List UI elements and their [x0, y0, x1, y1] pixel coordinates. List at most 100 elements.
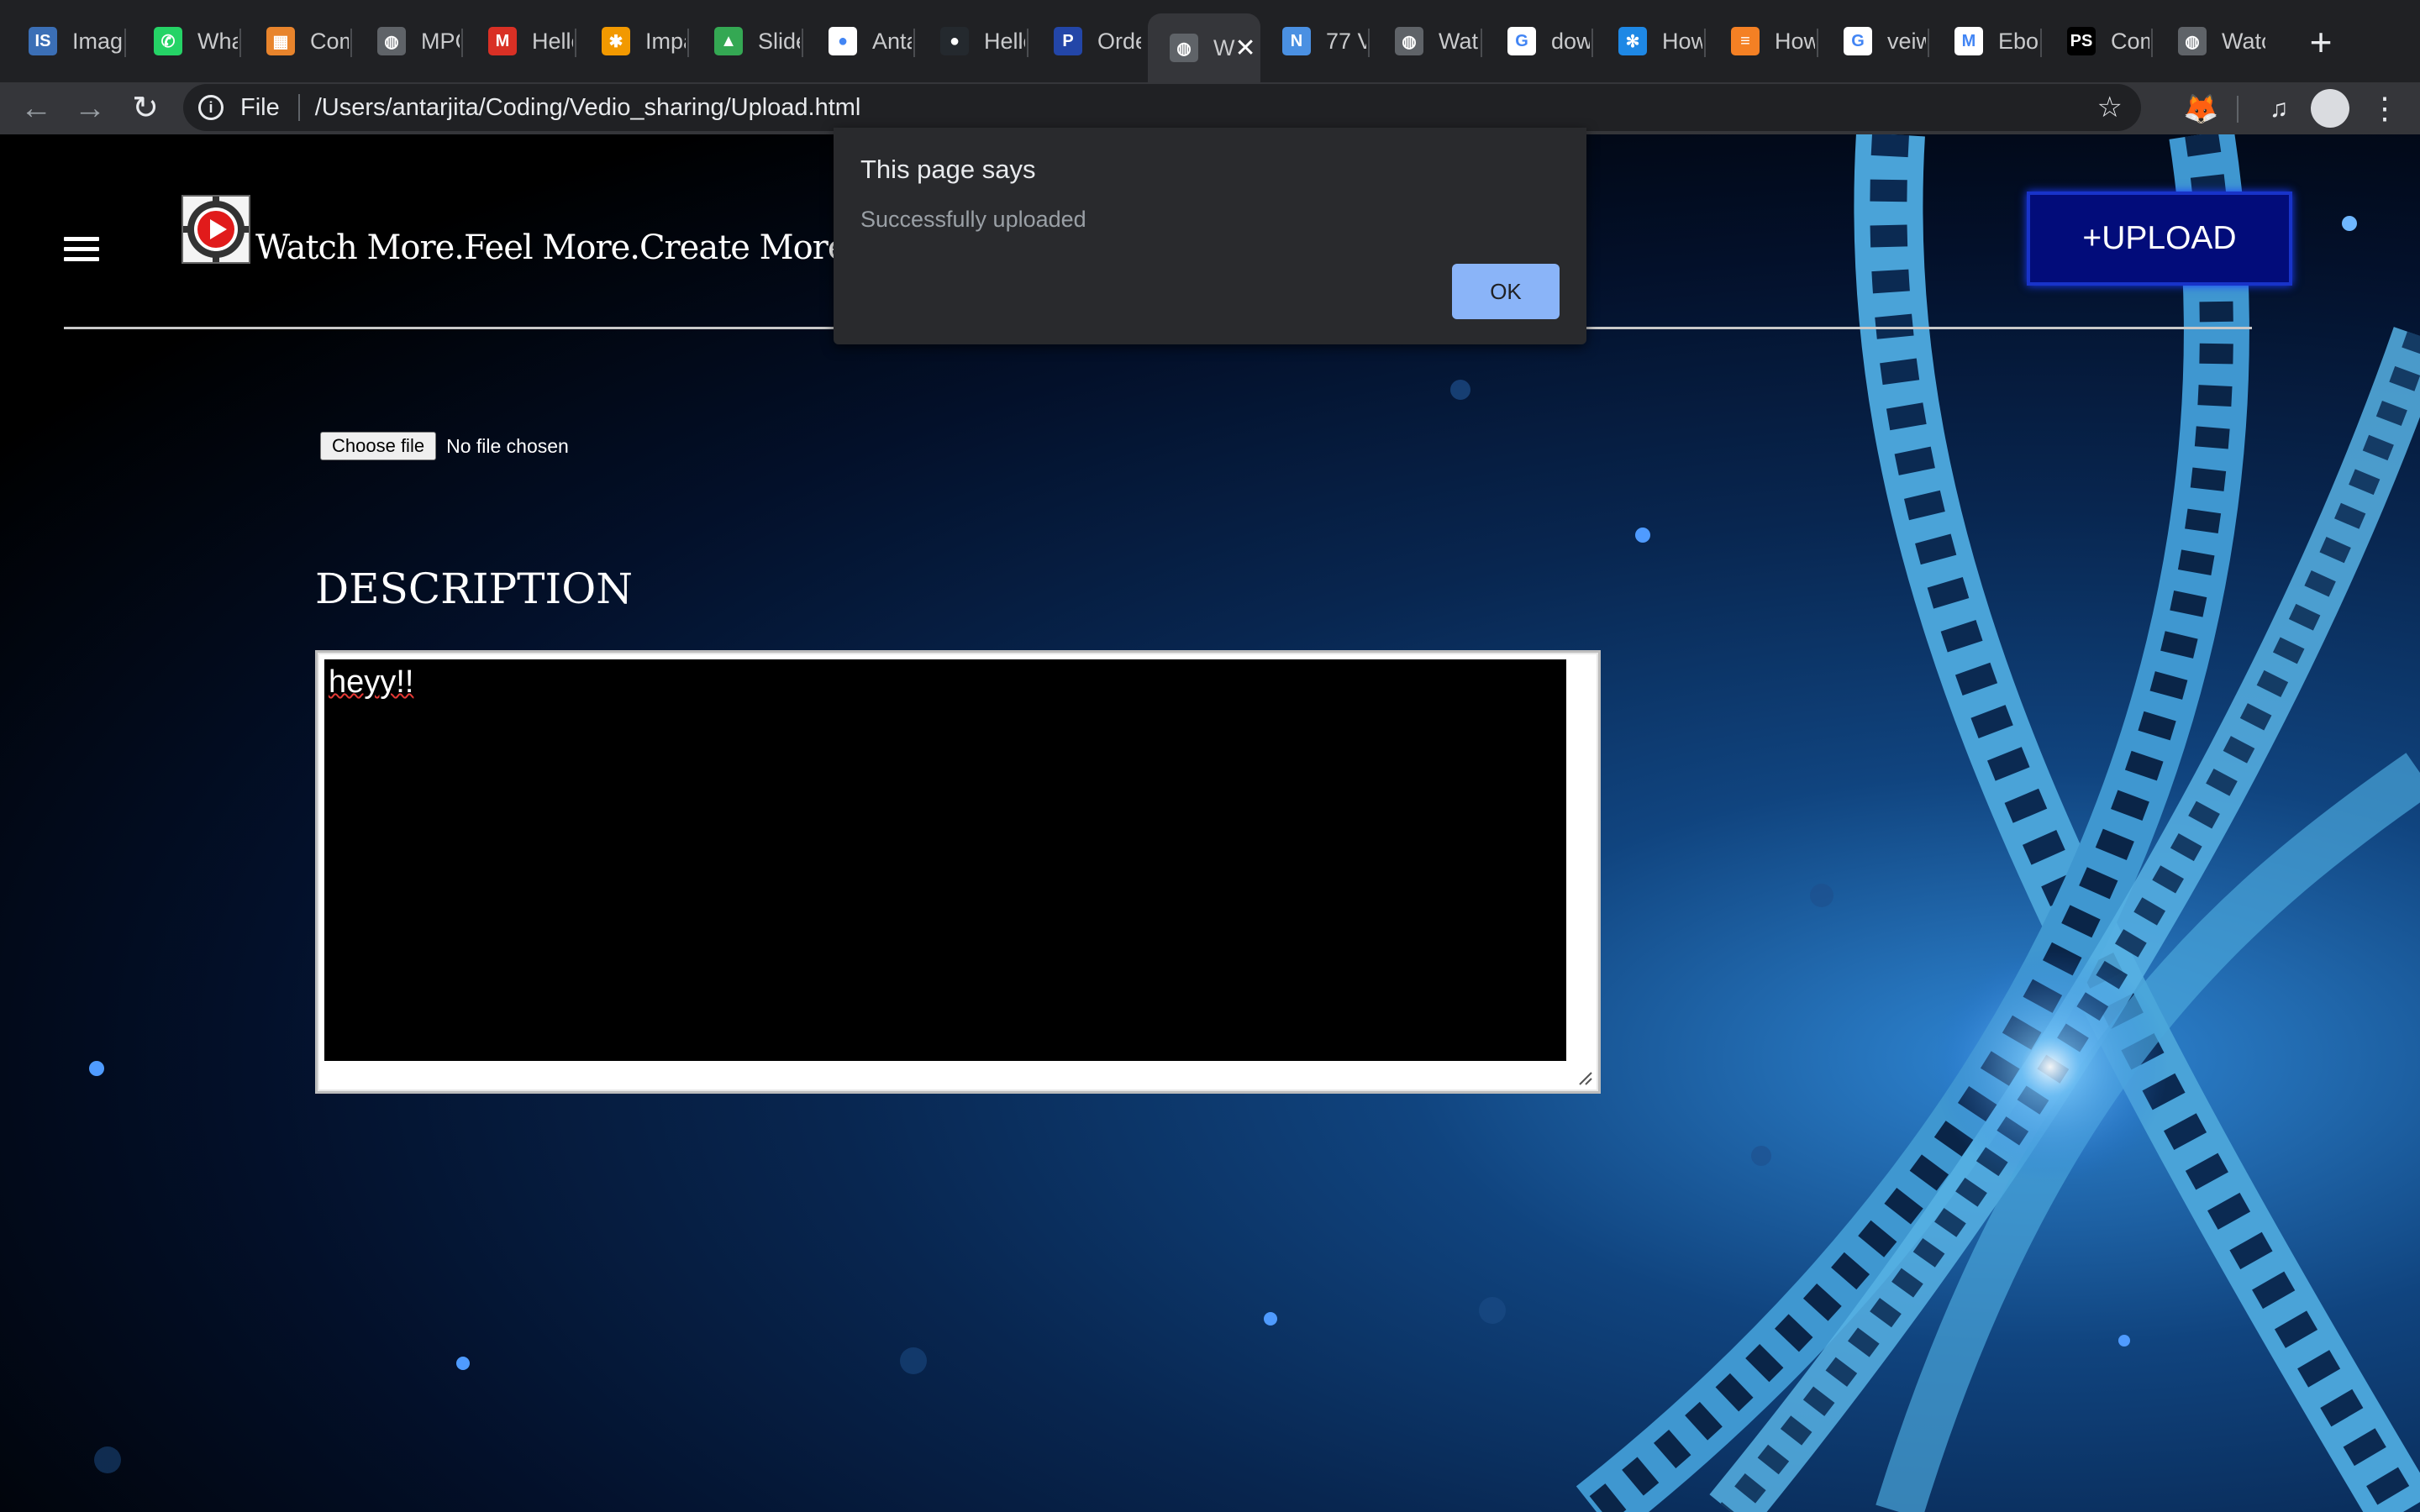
tab-label: Ebon — [1998, 28, 2039, 54]
browser-tab[interactable]: N 77 V — [1260, 12, 1366, 71]
browser-tab[interactable]: ● Hello — [918, 12, 1025, 71]
tab-label: Watc — [2222, 28, 2265, 54]
tab-label: Slide — [758, 28, 800, 54]
tab-separator — [239, 29, 241, 57]
omnibox-divider — [297, 94, 300, 121]
file-status-text: No file chosen — [446, 434, 569, 457]
description-label: DESCRIPTION — [315, 564, 633, 613]
tab-separator — [350, 29, 352, 57]
browser-tab[interactable]: M Hello — [466, 12, 573, 71]
whatsapp-icon: ✆ — [154, 27, 182, 55]
tab-label: Anta — [872, 28, 912, 54]
tab-label: Hello — [984, 28, 1025, 54]
snowflake-icon: ✻ — [1618, 27, 1647, 55]
reload-icon[interactable]: ↻ — [123, 86, 168, 131]
n-icon: N — [1282, 27, 1311, 55]
site-logo — [182, 195, 250, 264]
globe-icon: ◍ — [2178, 27, 2207, 55]
tab-separator — [687, 29, 689, 57]
tab-label: dowr — [1551, 28, 1590, 54]
site-title: Watch More.Feel More.Create More. — [255, 228, 857, 267]
browser-tab[interactable]: ◍ W ✕ — [1148, 13, 1260, 82]
tab-separator — [802, 29, 803, 57]
alert-dialog: This page says Successfully uploaded OK — [834, 128, 1586, 344]
tab-strip: IS Imag ✆ What ▦ Com ◍ MPC M Hello ✱ Impa ▲ Slide ● Ant… — [0, 0, 2420, 82]
browser-tab[interactable]: ✆ What — [132, 12, 238, 71]
browser-tab[interactable]: ◍ Watc — [2156, 12, 2265, 71]
tab-label: How — [1662, 28, 1702, 54]
menu-kebab-icon[interactable]: ⋮ — [2370, 87, 2400, 129]
tab-separator — [2151, 29, 2153, 57]
browser-tab[interactable]: PS Com — [2045, 12, 2149, 71]
url-text[interactable]: /Users/antarjita/Coding/Vedio_sharing/Up… — [315, 94, 861, 122]
file-input[interactable]: Choose file No file chosen — [320, 432, 569, 460]
resize-handle-icon[interactable] — [1576, 1069, 1593, 1086]
browser-tab[interactable]: M Ebon — [1933, 12, 2039, 71]
profile-avatar[interactable] — [2311, 89, 2349, 128]
github-icon: ● — [829, 27, 857, 55]
description-text-area[interactable]: heyy!! — [324, 659, 1566, 1061]
tab-separator — [1928, 29, 1929, 57]
description-textarea[interactable]: heyy!! — [315, 650, 1601, 1094]
media-control-icon[interactable]: ♫ — [2259, 89, 2299, 129]
dialog-message: Successfully uploaded — [860, 207, 1086, 232]
github-icon: ● — [940, 27, 969, 55]
tab-label: Hello — [532, 28, 573, 54]
tab-separator — [1704, 29, 1706, 57]
close-tab-icon[interactable]: ✕ — [1234, 34, 1255, 63]
tab-separator — [2040, 29, 2042, 57]
drive-icon: ▲ — [714, 27, 743, 55]
tab-separator — [913, 29, 915, 57]
description-text: heyy!! — [329, 664, 414, 700]
google-icon: G — [1844, 27, 1872, 55]
browser-tab[interactable]: IS Imag — [7, 12, 123, 71]
dialog-ok-button[interactable]: OK — [1452, 264, 1560, 319]
new-tab-button[interactable]: + — [2296, 17, 2346, 67]
tab-label: 77 V — [1326, 28, 1366, 54]
bookmark-star-icon[interactable]: ☆ — [2097, 91, 2123, 124]
info-icon[interactable]: i — [198, 95, 224, 120]
tab-separator — [1817, 29, 1818, 57]
p-icon: P — [1054, 27, 1082, 55]
browser-tab[interactable]: ≡ How — [1709, 12, 1815, 71]
tab-label: Orde — [1097, 28, 1141, 54]
tab-separator — [1591, 29, 1593, 57]
is-icon: IS — [29, 27, 57, 55]
tab-label: Impa — [645, 28, 686, 54]
m-icon: M — [1954, 27, 1983, 55]
grid-icon: ▦ — [266, 27, 295, 55]
browser-tab[interactable]: ◍ Watc — [1373, 12, 1479, 71]
gmail-icon: M — [488, 27, 517, 55]
forward-icon[interactable]: → — [67, 86, 113, 131]
google-icon: G — [1507, 27, 1536, 55]
tab-label: Imag — [72, 28, 123, 54]
hamburger-menu-icon[interactable] — [64, 237, 99, 265]
browser-toolbar: ← → ↻ i File /Users/antarjita/Coding/Ved… — [0, 82, 2420, 134]
browser-tab[interactable]: P Orde — [1032, 12, 1141, 71]
stack-icon: ≡ — [1731, 27, 1760, 55]
browser-tab[interactable]: ▦ Com — [245, 12, 349, 71]
choose-file-button[interactable]: Choose file — [320, 432, 437, 460]
globe-icon: ◍ — [1395, 27, 1423, 55]
metamask-extension-icon[interactable]: 🦊 — [2183, 92, 2218, 126]
asterisk-icon: ✱ — [602, 27, 630, 55]
address-bar[interactable]: i File /Users/antarjita/Coding/Vedio_sha… — [183, 84, 2141, 131]
browser-tab[interactable]: Gveiw — [1822, 12, 1926, 71]
browser-tab[interactable]: ▲ Slide — [692, 12, 800, 71]
tab-separator — [1368, 29, 1370, 57]
ps-icon: PS — [2067, 27, 2096, 55]
browser-tab[interactable]: Gdowr — [1486, 12, 1590, 71]
tab-label: How — [1775, 28, 1815, 54]
tab-label: Watc — [1439, 28, 1479, 54]
dialog-title: This page says — [860, 155, 1036, 184]
tab-separator — [1481, 29, 1482, 57]
tab-separator — [461, 29, 463, 57]
browser-tab[interactable]: ● Anta — [807, 12, 912, 71]
browser-tab[interactable]: ✱ Impa — [580, 12, 686, 71]
tab-label: Com — [310, 28, 349, 54]
back-icon[interactable]: ← — [13, 86, 59, 131]
upload-button[interactable]: +UPLOAD — [2027, 192, 2292, 286]
toolbar-divider — [2237, 96, 2238, 123]
browser-tab[interactable]: ◍ MPC — [355, 12, 460, 71]
browser-tab[interactable]: ✻ How — [1597, 12, 1702, 71]
